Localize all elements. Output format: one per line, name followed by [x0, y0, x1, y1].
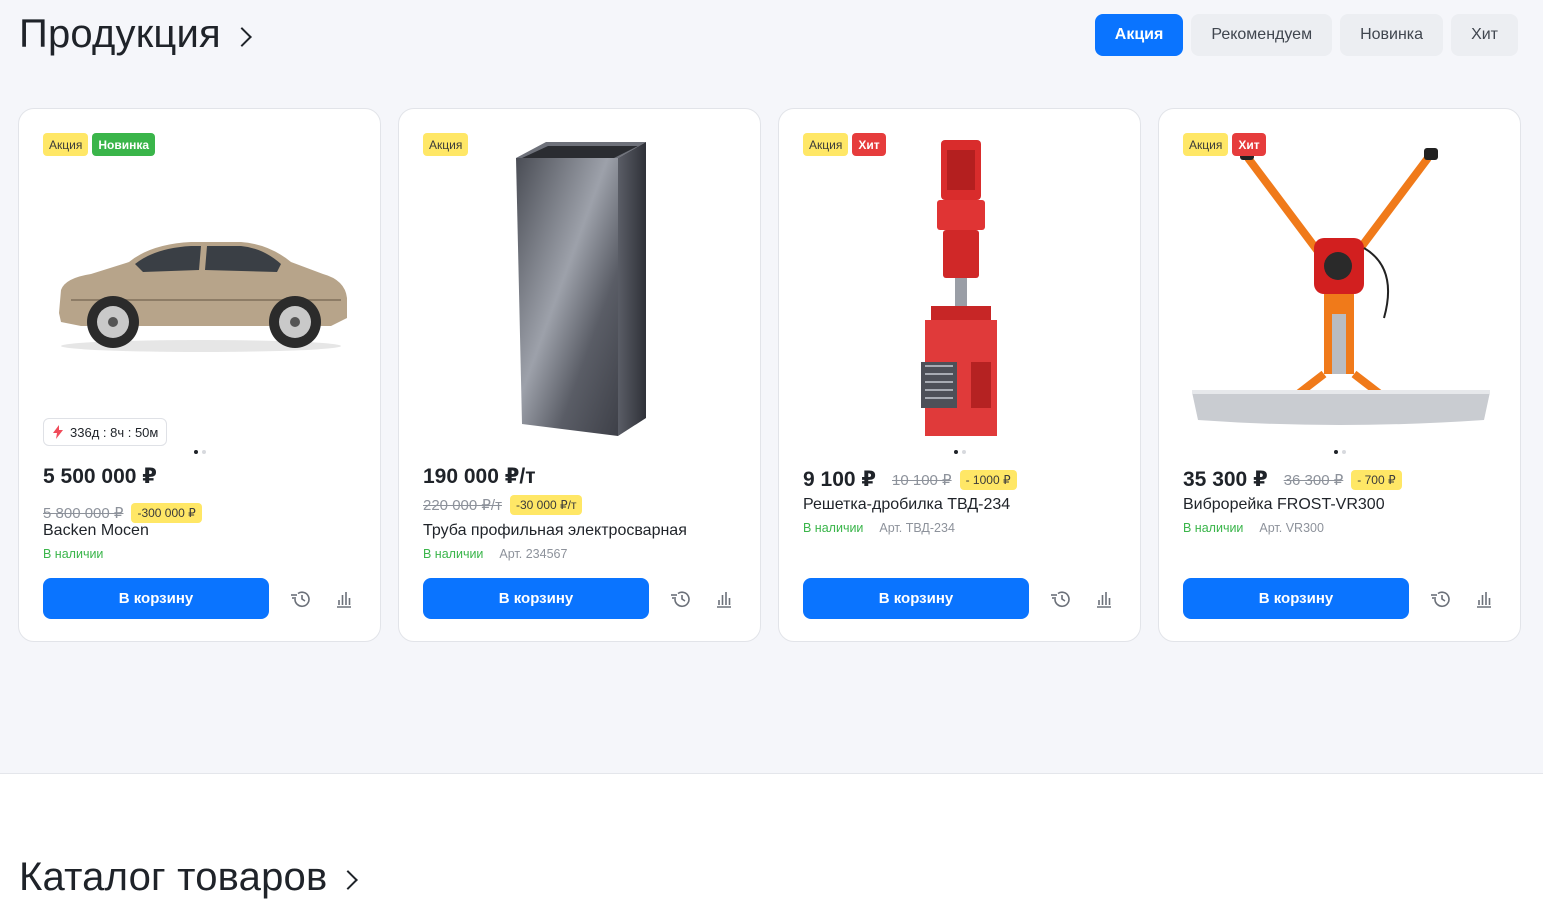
old-price: 36 300 ₽	[1283, 471, 1344, 489]
promo-timer: 336д : 8ч : 50м	[43, 418, 168, 446]
product-name[interactable]: Виброрейка FROST-VR300	[1183, 496, 1385, 514]
price-row: 9 100 ₽ 10 100 ₽ - 1000 ₽	[803, 467, 1017, 492]
product-cards: Акция Новинка 336д: 8ч: 50м 5 500 000 …	[18, 108, 1521, 642]
filter-tabs: Акция Рекомендуем Новинка Хит	[1094, 14, 1518, 56]
product-price: 5 500 000 ₽	[43, 465, 157, 488]
badge-sale: Акция	[1183, 133, 1229, 156]
product-card[interactable]: Акция Хит 9 100 ₽ 10 100 ₽ - 1000 ₽ Реше…	[778, 108, 1141, 642]
stock-status: В наличии	[1183, 521, 1244, 535]
products-header[interactable]: Продукция	[19, 12, 252, 57]
image-dots[interactable]	[1159, 450, 1520, 454]
stock-status: В наличии	[43, 547, 104, 561]
image-dots[interactable]	[779, 450, 1140, 454]
stock-status: В наличии	[803, 521, 864, 535]
product-card[interactable]: Акция Новинка 336д: 8ч: 50м 5 500 000 …	[18, 108, 381, 642]
badge-list: Акция Новинка	[43, 133, 156, 156]
product-price: 190 000 ₽/т	[423, 465, 536, 488]
catalog-header[interactable]: Каталог товаров	[19, 855, 359, 900]
article-number: Арт. VR300	[1259, 521, 1324, 535]
chevron-right-icon[interactable]	[338, 869, 359, 890]
badge-new: Новинка	[92, 133, 156, 156]
badge-list: Акция Хит	[1183, 133, 1266, 156]
badge-hit: Хит	[1232, 133, 1266, 156]
product-price: 9 100 ₽	[803, 468, 876, 491]
discount-badge: -300 000 ₽	[131, 503, 202, 523]
price-row: 35 300 ₽ 36 300 ₽ - 700 ₽	[1183, 467, 1402, 492]
add-to-cart-button[interactable]: В корзину	[1183, 578, 1409, 619]
product-image[interactable]	[803, 133, 1118, 443]
vibro-screed-image	[1191, 148, 1490, 425]
product-meta: В наличии Арт. VR300	[1183, 521, 1324, 535]
product-name[interactable]: Решетка-дробилка ТВД-234	[803, 496, 1010, 514]
bar-chart-icon[interactable]	[712, 587, 736, 611]
profile-pipe-image	[515, 142, 646, 436]
compare-history-icon[interactable]	[1049, 587, 1073, 611]
stock-status: В наличии	[423, 547, 484, 561]
filter-tab-hit[interactable]: Хит	[1451, 14, 1518, 56]
discount-badge: - 700 ₽	[1351, 469, 1402, 490]
product-image[interactable]	[43, 133, 358, 443]
product-meta: В наличии Арт. 234567	[423, 547, 567, 561]
filter-tab-new[interactable]: Новинка	[1340, 14, 1444, 56]
article-number: Арт. 234567	[499, 547, 568, 561]
product-name[interactable]: Backen Mocen	[43, 522, 149, 540]
product-name[interactable]: Труба профильная электросварная	[423, 522, 687, 540]
car-image	[58, 242, 347, 352]
old-price: 220 000 ₽/т	[423, 497, 502, 514]
timer-text: 336д : 8ч : 50м	[70, 424, 159, 440]
add-to-cart-button[interactable]: В корзину	[423, 578, 649, 619]
add-to-cart-button[interactable]: В корзину	[803, 578, 1029, 619]
product-meta: В наличии	[43, 547, 103, 561]
product-card[interactable]: Акция Хит 35 300 ₽ 36 300 ₽ - 700 ₽ Вибр…	[1158, 108, 1521, 642]
badge-sale: Акция	[43, 133, 89, 156]
products-title[interactable]: Продукция	[19, 12, 221, 57]
old-price: 10 100 ₽	[892, 471, 952, 489]
compare-history-icon[interactable]	[669, 587, 693, 611]
bar-chart-icon[interactable]	[332, 587, 356, 611]
compare-history-icon[interactable]	[289, 587, 313, 611]
add-to-cart-button[interactable]: В корзину	[43, 578, 269, 619]
badge-sale: Акция	[803, 133, 849, 156]
discount-badge: -30 000 ₽/т	[509, 495, 583, 515]
crusher-grate-image	[920, 140, 997, 436]
article-number: Арт. ТВД-234	[879, 521, 955, 535]
image-dots[interactable]	[19, 450, 380, 454]
badge-list: Акция	[423, 133, 469, 156]
filter-tab-sale[interactable]: Акция	[1094, 14, 1184, 56]
product-meta: В наличии Арт. ТВД-234	[803, 521, 955, 535]
lightning-icon	[53, 425, 63, 439]
badge-sale: Акция	[423, 133, 469, 156]
old-price-row: 5 800 000 ₽ -300 000 ₽	[43, 503, 202, 523]
filter-tab-recommended[interactable]: Рекомендуем	[1191, 14, 1333, 56]
bar-chart-icon[interactable]	[1092, 587, 1116, 611]
chevron-right-icon[interactable]	[232, 26, 252, 47]
badge-hit: Хит	[852, 133, 886, 156]
product-card[interactable]: Акция 190 000 ₽/т 220 000 ₽/т -30 000 ₽/…	[398, 108, 761, 642]
product-price: 35 300 ₽	[1183, 468, 1268, 491]
product-image[interactable]	[423, 133, 738, 443]
old-price: 5 800 000 ₽	[43, 505, 124, 522]
bar-chart-icon[interactable]	[1472, 587, 1496, 611]
badge-list: Акция Хит	[803, 133, 886, 156]
catalog-title[interactable]: Каталог товаров	[19, 855, 327, 900]
discount-badge: - 1000 ₽	[959, 469, 1017, 490]
product-image[interactable]	[1183, 133, 1498, 443]
products-section: Продукция Акция Рекомендуем Новинка Хит …	[0, 0, 1543, 774]
compare-history-icon[interactable]	[1429, 587, 1453, 611]
old-price-row: 220 000 ₽/т -30 000 ₽/т	[423, 495, 583, 515]
